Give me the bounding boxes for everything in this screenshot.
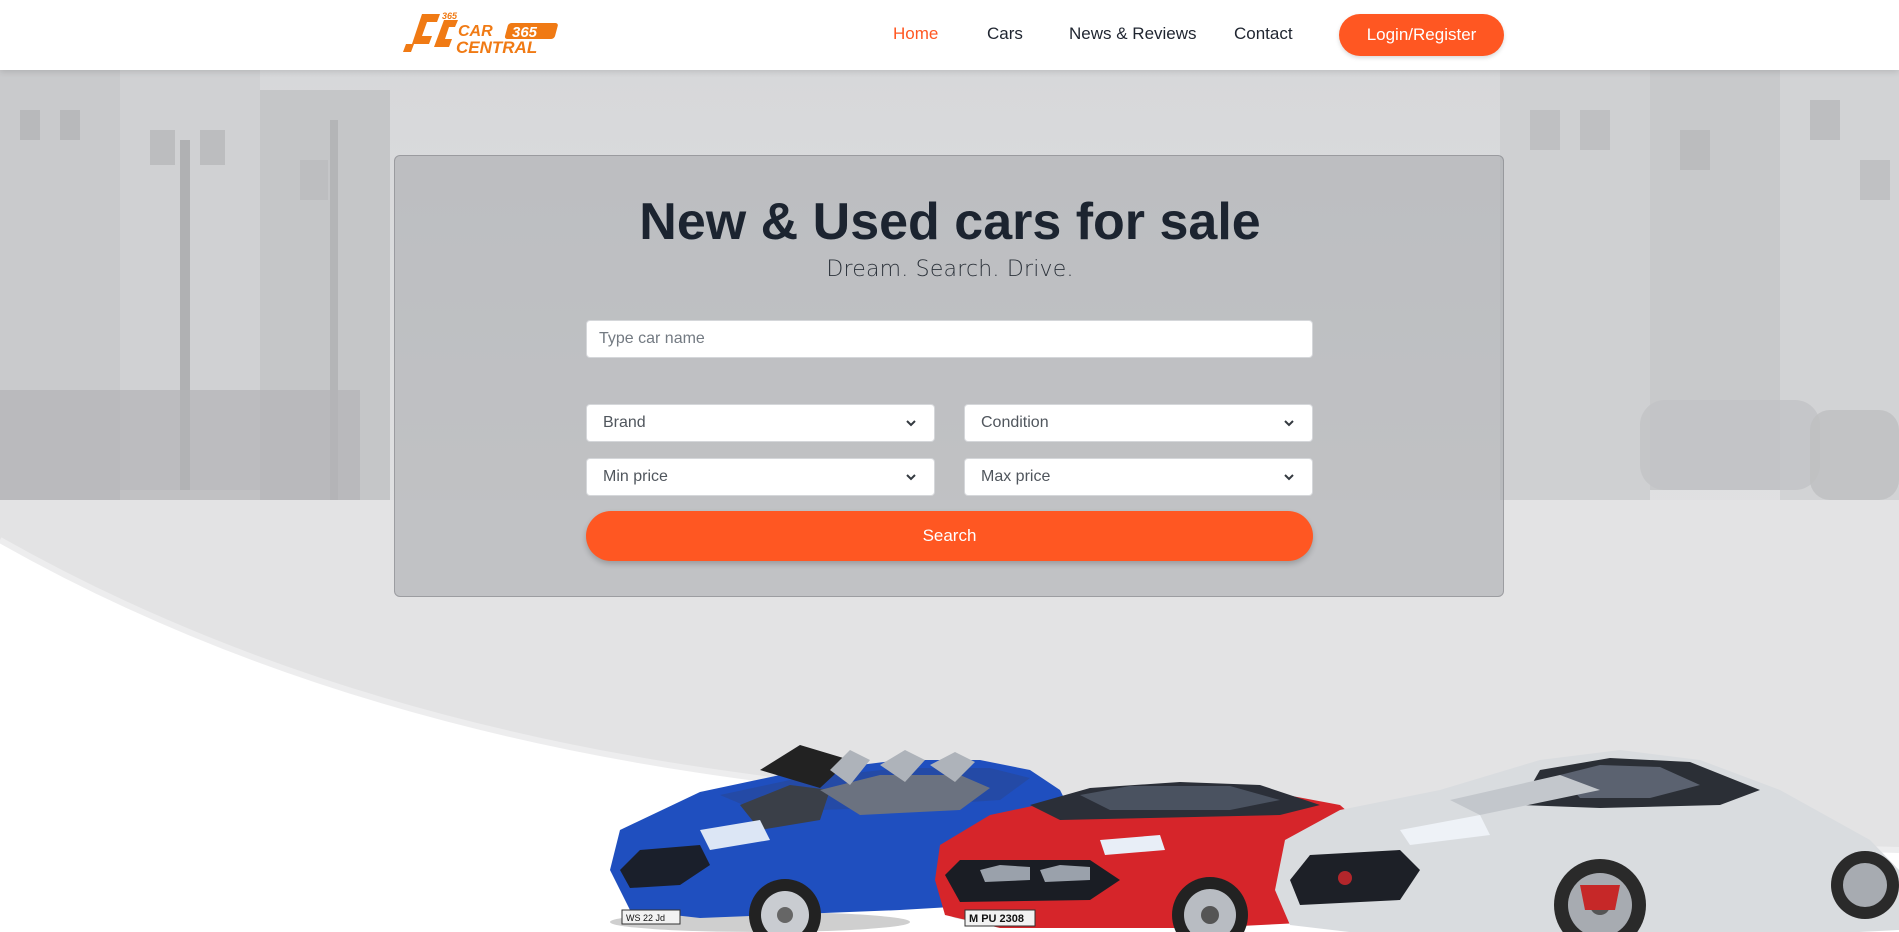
nav-cars-link[interactable]: Cars: [987, 24, 1023, 44]
hero-title: New & Used cars for sale: [639, 193, 1261, 251]
condition-select[interactable]: Condition: [964, 404, 1313, 442]
brand-select-label: Brand: [603, 414, 646, 431]
brand-select[interactable]: Brand: [586, 404, 935, 442]
max-price-select-label: Max price: [981, 468, 1051, 485]
chevron-down-icon: [1284, 420, 1294, 427]
svg-text:365: 365: [442, 11, 458, 21]
nav-contact-link[interactable]: Contact: [1234, 24, 1293, 44]
car-name-input[interactable]: [586, 320, 1313, 358]
search-button[interactable]: Search: [586, 511, 1313, 561]
hero-subtitle: Dream. Search. Drive.: [826, 257, 1074, 282]
search-panel: New & Used cars for sale Dream. Search. …: [394, 155, 1504, 597]
car-central-logo-icon[interactable]: 365 CAR 365 CENTRAL: [400, 10, 566, 58]
condition-select-label: Condition: [981, 414, 1049, 431]
navbar: 365 CAR 365 CENTRAL Home Cars News & Rev…: [0, 0, 1899, 70]
blue-car-plate: WS 22 Jd: [626, 913, 665, 923]
hero-section: WS 22 Jd M PU 2308 New & Used cars for s…: [0, 70, 1899, 932]
nav-news-reviews-link[interactable]: News & Reviews: [1069, 24, 1197, 44]
login-register-button[interactable]: Login/Register: [1339, 14, 1504, 56]
svg-text:CENTRAL: CENTRAL: [456, 38, 537, 57]
silver-coupe-car: [1275, 750, 1899, 932]
max-price-select[interactable]: Max price: [964, 458, 1313, 496]
chevron-down-icon: [906, 474, 916, 481]
red-car-plate: M PU 2308: [969, 913, 1024, 925]
min-price-select-label: Min price: [603, 468, 668, 485]
chevron-down-icon: [906, 420, 916, 427]
nav-home-link[interactable]: Home: [893, 24, 938, 44]
min-price-select[interactable]: Min price: [586, 458, 935, 496]
chevron-down-icon: [1284, 474, 1294, 481]
